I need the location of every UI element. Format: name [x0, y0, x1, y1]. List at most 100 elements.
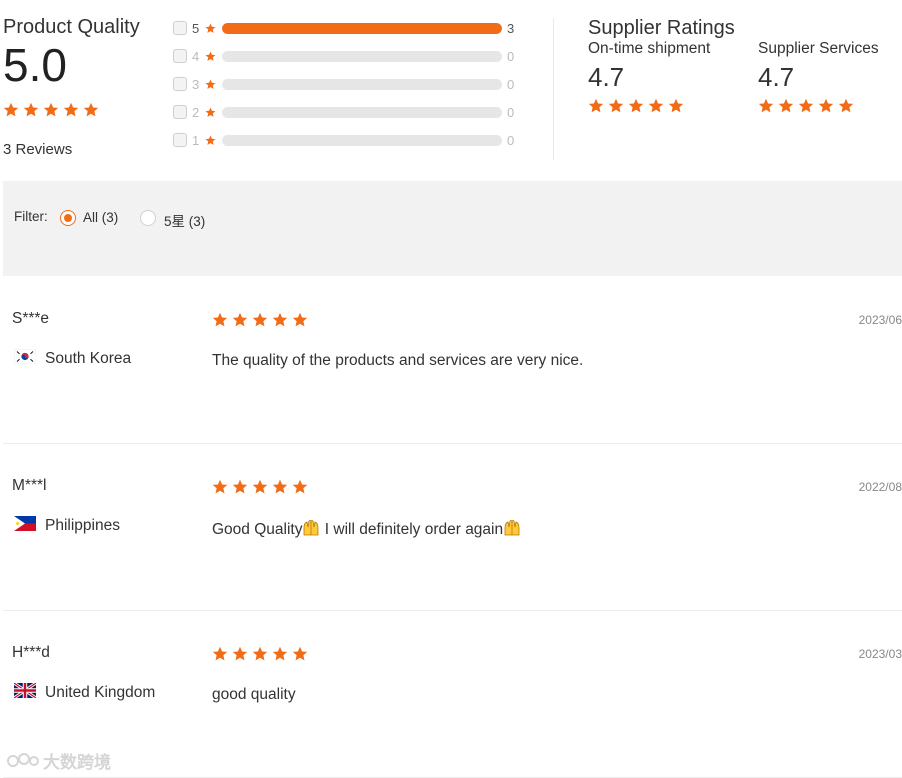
rating-count: 0: [507, 105, 515, 120]
filter-all-radio[interactable]: [60, 210, 76, 226]
rating-level: 5: [192, 21, 200, 36]
supplier-services-stars: [758, 98, 879, 114]
rating-row-1-star: 10: [173, 133, 533, 149]
supplier-ratings-title: Supplier Ratings: [588, 17, 735, 39]
on-time-shipment-rating: On-time shipment 4.7: [588, 40, 710, 114]
product-quality-score: 5.0: [3, 39, 67, 91]
raising-hands-emoji-icon: [302, 519, 320, 537]
review-count: 3 Reviews: [3, 141, 73, 158]
summary-divider: [553, 18, 554, 160]
rating-row-4-star: 40: [173, 49, 533, 65]
star-icon: [798, 98, 814, 114]
filter-label: Filter:: [14, 209, 48, 224]
review-text: good quality: [212, 686, 296, 703]
filter-5-star-label[interactable]: 5星 (3): [164, 210, 205, 230]
star-icon: [778, 98, 794, 114]
star-icon: [205, 51, 216, 62]
star-icon: [3, 102, 19, 118]
flag-philippines-icon: [14, 516, 36, 531]
review-date: 2023/03: [858, 647, 902, 661]
reviewer-country: United Kingdom: [45, 684, 156, 701]
star-icon: [205, 23, 216, 34]
supplier-services-rating: Supplier Services 4.7: [758, 40, 879, 114]
flag-united-kingdom-icon: [14, 683, 36, 698]
review-text-part: Good Quality: [212, 521, 303, 538]
review-text: The quality of the products and services…: [212, 352, 584, 369]
rating-count: 0: [507, 49, 515, 64]
watermark-text: 大数跨境: [43, 753, 111, 772]
review-text: Good Quality I will definitely order aga…: [212, 519, 521, 539]
rating-row-3-star: 30: [173, 77, 533, 93]
rating-bar-track: [222, 23, 502, 34]
filter-all-label[interactable]: All (3): [83, 210, 118, 225]
star-icon: [668, 98, 684, 114]
star-icon: [205, 79, 216, 90]
star-icon: [272, 646, 288, 662]
star-icon: [232, 479, 248, 495]
rating-count: 0: [507, 77, 515, 92]
star-icon: [628, 98, 644, 114]
star-icon: [252, 312, 268, 328]
supplier-services-value: 4.7: [758, 62, 795, 92]
star-icon: [608, 98, 624, 114]
review-stars: [212, 312, 312, 328]
star-icon: [838, 98, 854, 114]
star-icon: [212, 312, 228, 328]
rating-row-5-star: 53: [173, 21, 533, 37]
star-icon: [43, 102, 59, 118]
rating-bar-track: [222, 51, 502, 62]
star-icon: [818, 98, 834, 114]
rating-bar-track: [222, 79, 502, 90]
rating-filter-checkbox[interactable]: [173, 49, 187, 63]
product-quality-stars: [3, 102, 103, 118]
reviewer-name: H***d: [12, 644, 50, 661]
rating-level: 2: [192, 105, 200, 120]
rating-level: 1: [192, 133, 200, 148]
star-icon: [83, 102, 99, 118]
filter-5-star-radio[interactable]: [140, 210, 156, 226]
star-icon: [23, 102, 39, 118]
reviewer-country: Philippines: [45, 517, 120, 534]
star-icon: [212, 479, 228, 495]
star-icon: [588, 98, 604, 114]
rating-row-2-star: 20: [173, 105, 533, 121]
star-icon: [205, 107, 216, 118]
review-date: 2022/08: [858, 480, 902, 494]
reviewer-name: M***l: [12, 477, 47, 494]
rating-bar-track: [222, 107, 502, 118]
on-time-shipment-stars: [588, 98, 710, 114]
star-icon: [272, 312, 288, 328]
supplier-services-label: Supplier Services: [758, 40, 879, 57]
review-item: H***d United Kingdom 2023/03 good qualit…: [3, 611, 902, 778]
star-icon: [758, 98, 774, 114]
on-time-shipment-label: On-time shipment: [588, 40, 711, 57]
rating-filter-checkbox[interactable]: [173, 133, 187, 147]
star-icon: [292, 312, 308, 328]
star-icon: [212, 646, 228, 662]
star-icon: [252, 479, 268, 495]
review-date: 2023/06: [858, 313, 902, 327]
star-icon: [648, 98, 664, 114]
rating-filter-checkbox[interactable]: [173, 21, 187, 35]
review-item: M***l Philippines 2022/08 Good Quality I…: [3, 444, 902, 611]
rating-filter-checkbox[interactable]: [173, 105, 187, 119]
watermark: 大数跨境: [7, 748, 111, 773]
rating-bar-track: [222, 135, 502, 146]
review-text-part: I will definitely order again: [320, 521, 504, 538]
star-icon: [232, 312, 248, 328]
product-quality-title: Product Quality: [3, 16, 140, 38]
rating-level: 4: [192, 49, 200, 64]
star-icon: [292, 479, 308, 495]
rating-bar-fill: [222, 23, 502, 34]
rating-level: 3: [192, 77, 200, 92]
watermark-logo-icon: [7, 752, 39, 767]
star-icon: [205, 135, 216, 146]
rating-filter-checkbox[interactable]: [173, 77, 187, 91]
rating-count: 0: [507, 133, 515, 148]
on-time-shipment-value: 4.7: [588, 62, 625, 92]
review-stars: [212, 479, 312, 495]
star-icon: [292, 646, 308, 662]
star-icon: [63, 102, 79, 118]
star-icon: [232, 646, 248, 662]
review-item: S***e South Korea 2023/06 The quality of…: [3, 277, 902, 444]
